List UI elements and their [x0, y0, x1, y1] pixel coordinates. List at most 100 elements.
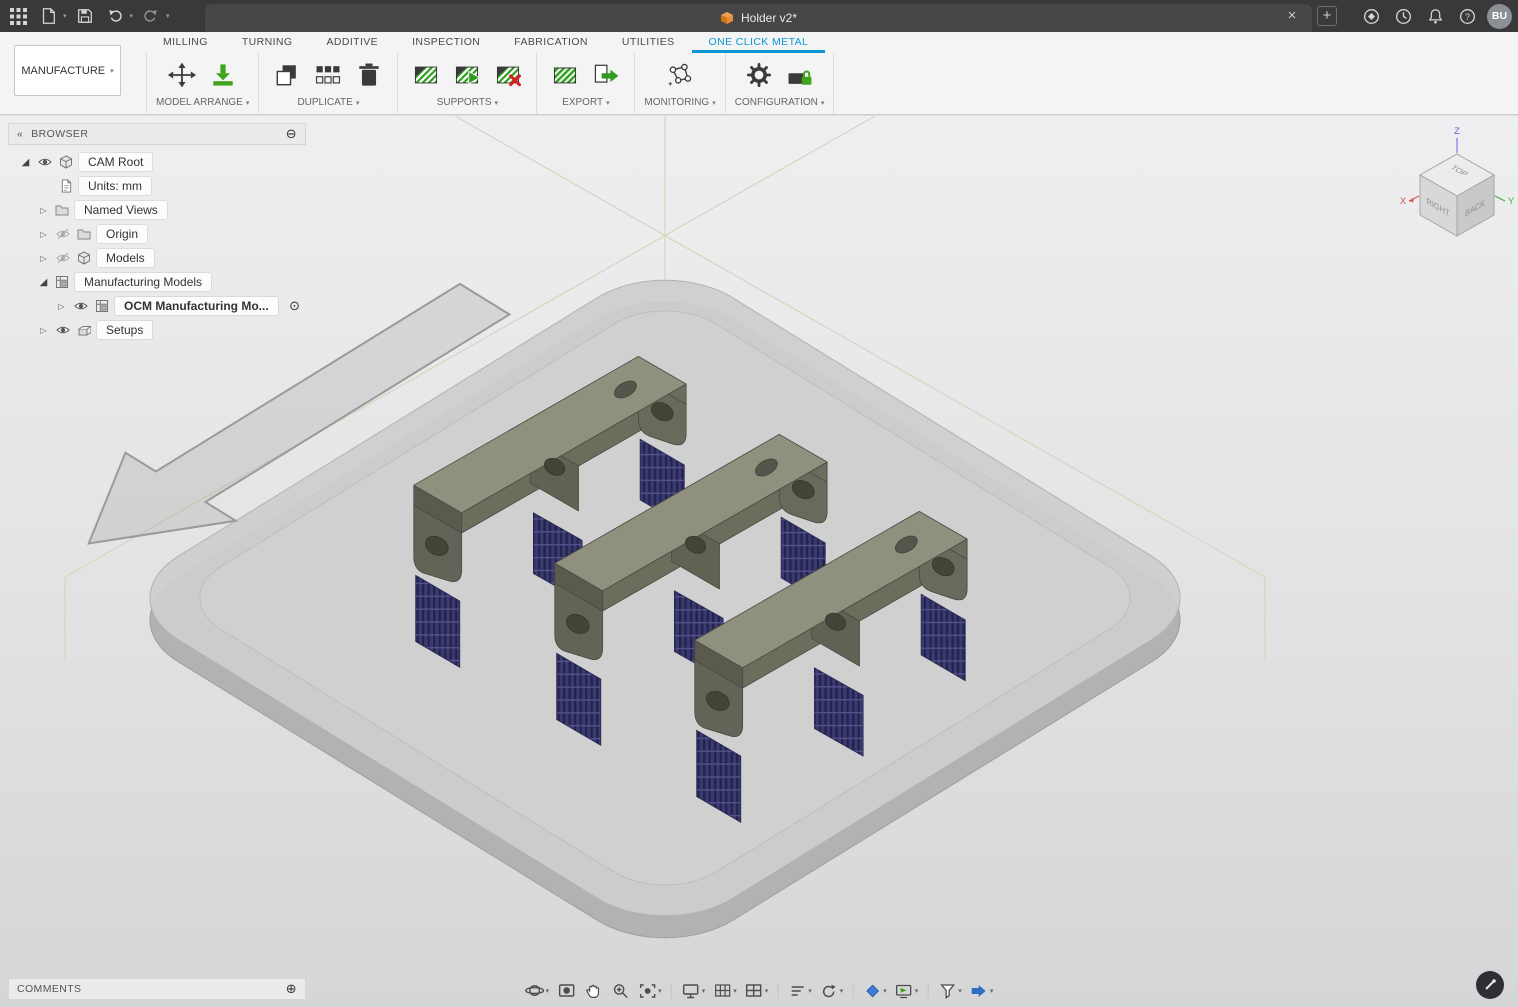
- file-menu-icon[interactable]: [36, 4, 60, 28]
- tab-additive[interactable]: ADDITIVE: [309, 33, 395, 53]
- new-tab-button[interactable]: +: [1317, 6, 1337, 26]
- tree-label[interactable]: CAM Root: [79, 153, 153, 171]
- comments-bar[interactable]: COMMENTS ⊕: [8, 978, 306, 1000]
- undo-caret[interactable]: ▾: [130, 12, 134, 20]
- screen-preview-button[interactable]: ▾: [891, 980, 922, 1002]
- minimize-browser-icon[interactable]: ⊖: [286, 126, 297, 142]
- pattern-button[interactable]: [309, 56, 347, 94]
- group-label-model-arrange[interactable]: MODEL ARRANGE ▾: [156, 97, 249, 108]
- edit-supports-button[interactable]: [448, 56, 486, 94]
- job-status-icon[interactable]: [1391, 4, 1415, 28]
- visibility-off-eye-icon[interactable]: [55, 252, 71, 264]
- tree-label[interactable]: Units: mm: [79, 177, 151, 195]
- tree-label[interactable]: Named Views: [75, 201, 167, 219]
- layers-button[interactable]: ▾: [784, 980, 815, 1002]
- view-cube[interactable]: TOP RIGHT BACK Z X Y: [1397, 124, 1518, 252]
- fit-button[interactable]: ▾: [634, 980, 665, 1002]
- collapsed-arrow-icon[interactable]: ▷: [38, 326, 49, 335]
- expanded-arrow-icon[interactable]: ◢: [20, 157, 31, 168]
- tree-label[interactable]: Manufacturing Models: [75, 273, 212, 291]
- avatar[interactable]: BU: [1487, 3, 1512, 29]
- delete-button[interactable]: [350, 56, 388, 94]
- orbit-button[interactable]: ▾: [522, 980, 553, 1002]
- zoom-button[interactable]: [607, 980, 633, 1002]
- tree-item-cam-root[interactable]: ◢ CAM Root: [20, 150, 306, 174]
- tree-item-models[interactable]: ▷ Models: [38, 246, 306, 270]
- tab-inspection[interactable]: INSPECTION: [395, 33, 497, 53]
- tab-milling[interactable]: MILLING: [146, 33, 225, 53]
- add-comment-icon[interactable]: ⊕: [286, 981, 297, 997]
- tree-label[interactable]: Origin: [97, 225, 148, 243]
- group-label-duplicate[interactable]: DUPLICATE ▾: [297, 97, 359, 108]
- machine-settings-button[interactable]: [740, 56, 778, 94]
- tree-item-units[interactable]: Units: mm: [60, 174, 306, 198]
- redo-icon[interactable]: [139, 4, 163, 28]
- tab-fabrication[interactable]: FABRICATION: [497, 33, 605, 53]
- group-label-export[interactable]: EXPORT ▾: [562, 97, 609, 108]
- help-icon[interactable]: ?: [1455, 4, 1479, 28]
- tree-label[interactable]: OCM Manufacturing Mo...: [115, 297, 278, 315]
- copy-button[interactable]: [268, 56, 306, 94]
- group-label-supports[interactable]: SUPPORTS ▾: [437, 97, 498, 108]
- viewport-3d[interactable]: TOP RIGHT BACK Z X Y « BROWSER ⊖ ◢ CAM R…: [0, 116, 1518, 1007]
- material-view-button[interactable]: ▾: [859, 980, 890, 1002]
- group-configuration: CONFIGURATION ▾: [726, 53, 835, 114]
- collapsed-arrow-icon[interactable]: ▷: [38, 206, 49, 215]
- look-at-button[interactable]: [553, 980, 579, 1002]
- collapsed-arrow-icon[interactable]: ▷: [38, 230, 49, 239]
- tree-item-ocm-manufacturing-model[interactable]: ▷ OCM Manufacturing Mo... ⊙: [56, 294, 300, 318]
- monitoring-button[interactable]: [661, 56, 699, 94]
- navbar-separator: [927, 983, 929, 999]
- dropdown-caret: ▾: [658, 988, 662, 995]
- browser-header[interactable]: « BROWSER ⊖: [8, 123, 306, 145]
- expanded-arrow-icon[interactable]: ◢: [38, 277, 49, 288]
- viewports-button[interactable]: ▾: [741, 980, 772, 1002]
- tree-label[interactable]: Models: [97, 249, 154, 267]
- visibility-eye-icon[interactable]: [55, 324, 71, 336]
- notifications-icon[interactable]: [1423, 4, 1447, 28]
- generate-supports-button[interactable]: [407, 56, 445, 94]
- group-label-monitoring[interactable]: MONITORING ▾: [644, 97, 715, 108]
- tab-turning[interactable]: TURNING: [225, 33, 310, 53]
- group-label-configuration[interactable]: CONFIGURATION ▾: [735, 97, 825, 108]
- tab-one-click-metal[interactable]: ONE CLICK METAL: [691, 33, 826, 53]
- tab-utilities[interactable]: UTILITIES: [605, 33, 692, 53]
- collapsed-arrow-icon[interactable]: ▷: [56, 302, 67, 311]
- extensions-icon[interactable]: [1359, 4, 1383, 28]
- display-settings-button[interactable]: ▾: [678, 980, 709, 1002]
- export-file-button[interactable]: [587, 56, 625, 94]
- undo-icon[interactable]: [103, 4, 127, 28]
- configuration-lock-button[interactable]: [781, 56, 819, 94]
- filter-button[interactable]: ▾: [934, 980, 965, 1002]
- pan-button[interactable]: [580, 980, 606, 1002]
- tree-item-origin[interactable]: ▷ Origin: [38, 222, 306, 246]
- collapse-panel-icon[interactable]: «: [17, 128, 23, 140]
- active-model-target-icon[interactable]: ⊙: [289, 298, 300, 314]
- step-button[interactable]: ▾: [966, 980, 997, 1002]
- document-tab[interactable]: Holder v2* ×: [205, 4, 1312, 32]
- redo-caret[interactable]: ▾: [166, 12, 170, 20]
- export-build-button[interactable]: [546, 56, 584, 94]
- tree-item-manufacturing-models[interactable]: ◢ Manufacturing Models: [38, 270, 306, 294]
- drop-to-platform-button[interactable]: [204, 56, 242, 94]
- file-menu-caret[interactable]: ▾: [63, 12, 67, 20]
- assistant-button[interactable]: [1476, 971, 1504, 999]
- visibility-eye-icon[interactable]: [73, 300, 89, 312]
- app-grid-icon[interactable]: [6, 4, 30, 28]
- visibility-eye-icon[interactable]: [37, 156, 53, 168]
- dropdown-caret: ▾: [606, 99, 610, 107]
- visibility-off-eye-icon[interactable]: [55, 228, 71, 240]
- model-arrange-button[interactable]: [163, 56, 201, 94]
- tree-label[interactable]: Setups: [97, 321, 153, 339]
- workspace-selector[interactable]: MANUFACTURE ▾: [14, 45, 121, 96]
- cam-root-icon: [60, 155, 72, 169]
- dropdown-caret: ▾: [808, 988, 812, 995]
- grid-and-snaps-button[interactable]: ▾: [709, 980, 740, 1002]
- tree-item-named-views[interactable]: ▷ Named Views: [38, 198, 306, 222]
- refresh-button[interactable]: ▾: [816, 980, 847, 1002]
- tree-item-setups[interactable]: ▷ Setups: [38, 318, 306, 342]
- delete-supports-button[interactable]: [489, 56, 527, 94]
- collapsed-arrow-icon[interactable]: ▷: [38, 254, 49, 263]
- save-icon[interactable]: [73, 4, 97, 28]
- close-tab-icon[interactable]: ×: [1282, 7, 1302, 24]
